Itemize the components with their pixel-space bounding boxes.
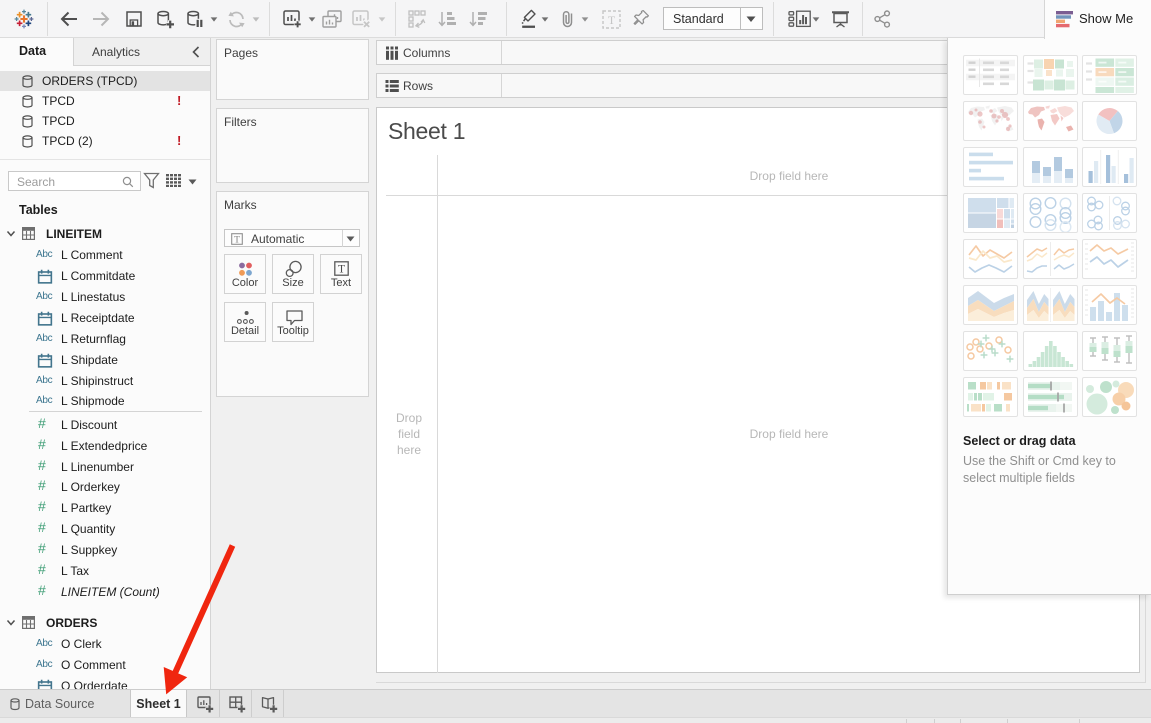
svg-text:T: T bbox=[338, 263, 345, 275]
svg-text:T: T bbox=[608, 13, 616, 27]
svg-text:T: T bbox=[234, 235, 240, 245]
